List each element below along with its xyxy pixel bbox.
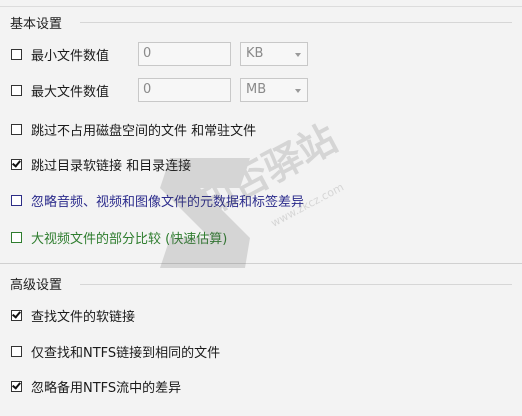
basic-settings-line bbox=[80, 22, 512, 23]
max-file-input[interactable]: 0 bbox=[138, 78, 231, 102]
top-border bbox=[0, 6, 522, 7]
ignore-meta-row[interactable]: 忽略音频、视频和图像文件的元数据和标签差异 bbox=[11, 191, 304, 210]
partial-compare-checkbox[interactable] bbox=[11, 232, 22, 243]
max-file-label: 最大文件数值 bbox=[31, 85, 110, 100]
max-file-checkbox[interactable] bbox=[11, 85, 22, 96]
min-file-row[interactable]: 最小文件数值 bbox=[11, 45, 109, 64]
min-file-checkbox[interactable] bbox=[11, 49, 22, 60]
partial-compare-label: 大视频文件的部分比较 (快速估算) bbox=[31, 232, 228, 247]
skip-sparse-checkbox[interactable] bbox=[11, 124, 22, 135]
ignore-streams-checkbox[interactable] bbox=[11, 381, 22, 392]
ntfs-same-checkbox[interactable] bbox=[11, 346, 22, 357]
chevron-down-icon bbox=[295, 53, 301, 57]
advanced-settings-line bbox=[80, 284, 512, 285]
ntfs-same-row[interactable]: 仅查找和NTFS链接到相同的文件 bbox=[11, 342, 220, 361]
min-file-input[interactable]: 0 bbox=[138, 42, 231, 66]
ignore-streams-row[interactable]: 忽略备用NTFS流中的差异 bbox=[11, 377, 181, 396]
max-file-row[interactable]: 最大文件数值 bbox=[11, 81, 109, 100]
chevron-down-icon bbox=[295, 89, 301, 93]
advanced-settings-title: 高级设置 bbox=[10, 278, 63, 293]
settings-panel: 基本设置 最小文件数值 0 KB 最大文件数值 0 MB 跳过不占用磁盘空间的文… bbox=[0, 0, 522, 416]
find-symlinks-checkbox[interactable] bbox=[11, 310, 22, 321]
find-symlinks-label: 查找文件的软链接 bbox=[31, 310, 136, 325]
min-file-unit-select[interactable]: KB bbox=[240, 42, 308, 66]
partial-compare-row[interactable]: 大视频文件的部分比较 (快速估算) bbox=[11, 228, 227, 247]
find-symlinks-row[interactable]: 查找文件的软链接 bbox=[11, 306, 135, 325]
max-file-unit-value: MB bbox=[246, 82, 267, 97]
skip-links-label: 跳过目录软链接 和目录连接 bbox=[31, 159, 192, 174]
ignore-meta-checkbox[interactable] bbox=[11, 195, 22, 206]
watermark-logo: 知否驿站 www.zkcz.com bbox=[160, 118, 346, 268]
max-file-unit-select[interactable]: MB bbox=[240, 78, 308, 102]
skip-links-checkbox[interactable] bbox=[11, 159, 22, 170]
min-file-label: 最小文件数值 bbox=[31, 49, 110, 64]
group-divider bbox=[0, 263, 522, 264]
ignore-meta-label: 忽略音频、视频和图像文件的元数据和标签差异 bbox=[31, 195, 305, 210]
skip-links-row[interactable]: 跳过目录软链接 和目录连接 bbox=[11, 155, 191, 174]
ntfs-same-label: 仅查找和NTFS链接到相同的文件 bbox=[31, 346, 221, 361]
ignore-streams-label: 忽略备用NTFS流中的差异 bbox=[31, 381, 182, 396]
basic-settings-title: 基本设置 bbox=[10, 17, 63, 32]
skip-sparse-row[interactable]: 跳过不占用磁盘空间的文件 和常驻文件 bbox=[11, 120, 256, 139]
min-file-unit-value: KB bbox=[246, 46, 264, 61]
skip-sparse-label: 跳过不占用磁盘空间的文件 和常驻文件 bbox=[31, 124, 257, 139]
